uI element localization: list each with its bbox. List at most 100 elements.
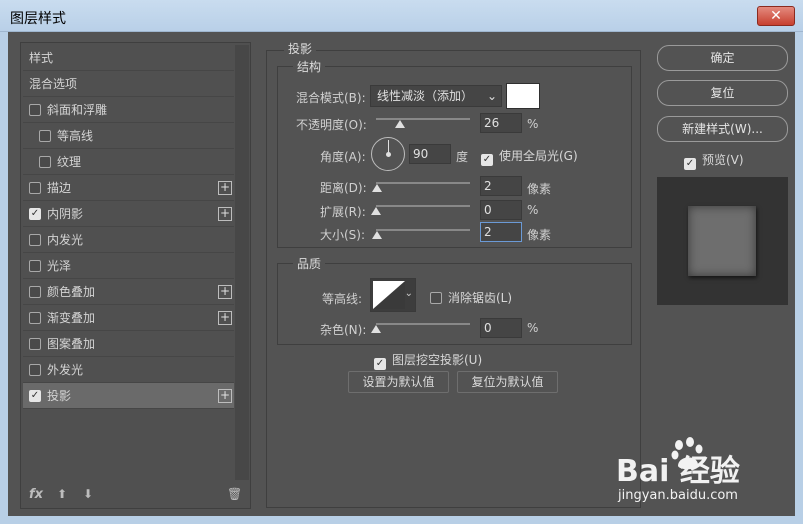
size-slider-track[interactable] xyxy=(376,229,470,231)
style-item-11[interactable]: ✓ 投影 + xyxy=(23,383,234,409)
style-item-9[interactable]: 图案叠加 xyxy=(23,331,234,357)
style-item-checkbox[interactable] xyxy=(29,182,41,194)
styles-header-label: 样式 xyxy=(29,51,54,65)
style-item-8[interactable]: 渐变叠加 + xyxy=(23,305,234,331)
drop-shadow-title: 投影 xyxy=(284,40,317,57)
blending-options[interactable]: 混合选项 xyxy=(23,71,234,97)
style-item-2[interactable]: 纹理 xyxy=(23,149,234,175)
add-effect-icon[interactable]: + xyxy=(218,311,232,325)
style-list-toolbar: fx ⬆ ⬇ 🗑 xyxy=(29,487,243,505)
style-preview xyxy=(657,177,788,305)
knockout-check[interactable]: ✓ xyxy=(374,358,386,370)
style-list-scrollbar[interactable] xyxy=(235,45,249,480)
style-item-label: 描边 xyxy=(47,181,72,195)
style-item-label: 内发光 xyxy=(47,233,84,247)
style-item-1[interactable]: 等高线 xyxy=(23,123,234,149)
style-item-checkbox[interactable] xyxy=(29,286,41,298)
style-item-checkbox[interactable] xyxy=(39,156,51,168)
style-item-label: 斜面和浮雕 xyxy=(47,103,108,117)
style-item-checkbox[interactable] xyxy=(29,338,41,350)
styles-header[interactable]: 样式 xyxy=(23,45,234,71)
style-item-label: 颜色叠加 xyxy=(47,285,96,299)
distance-input[interactable]: 2 xyxy=(480,176,522,196)
style-item-checkbox[interactable] xyxy=(29,364,41,376)
style-item-checkbox[interactable]: ✓ xyxy=(29,208,41,220)
style-item-checkbox[interactable] xyxy=(29,234,41,246)
spread-slider-handle[interactable] xyxy=(371,207,381,215)
style-item-checkbox[interactable] xyxy=(29,312,41,324)
opacity-label: 不透明度(O): xyxy=(296,118,367,132)
chevron-down-icon: ⌄ xyxy=(404,288,413,299)
style-item-3[interactable]: 描边 + xyxy=(23,175,234,201)
opacity-input[interactable]: 26 xyxy=(480,113,522,133)
add-effect-icon[interactable]: + xyxy=(218,389,232,403)
add-effect-icon[interactable]: + xyxy=(218,207,232,221)
knockout-checkbox[interactable]: ✓ 图层挖空投影(U) xyxy=(374,351,482,370)
opacity-slider-handle[interactable] xyxy=(395,120,406,128)
style-item-checkbox[interactable]: ✓ xyxy=(29,390,41,402)
reset-button[interactable]: 复位 xyxy=(657,80,788,106)
style-item-checkbox[interactable] xyxy=(29,260,41,272)
opacity-slider-track[interactable] xyxy=(376,118,470,120)
noise-unit: % xyxy=(527,321,539,335)
style-item-0[interactable]: 斜面和浮雕 xyxy=(23,97,234,123)
close-icon: ✕ xyxy=(770,8,782,24)
window-frame-bottom xyxy=(0,516,803,524)
size-input[interactable]: 2 xyxy=(480,222,522,242)
window-frame-right xyxy=(795,32,803,524)
blend-mode-value: 线性减淡（添加） xyxy=(377,89,474,103)
spread-slider-track[interactable] xyxy=(376,205,470,207)
preview-checkbox[interactable]: ✓ 预览(V) xyxy=(684,151,744,170)
move-up-icon[interactable]: ⬆ xyxy=(57,487,67,501)
style-item-4[interactable]: ✓ 内阴影 + xyxy=(23,201,234,227)
move-down-icon[interactable]: ⬇ xyxy=(83,487,93,501)
preview-check[interactable]: ✓ xyxy=(684,158,696,170)
new-style-button[interactable]: 新建样式(W)... xyxy=(657,116,788,142)
structure-title: 结构 xyxy=(293,58,326,75)
style-item-5[interactable]: 内发光 xyxy=(23,227,234,253)
distance-unit: 像素 xyxy=(527,182,552,196)
fx-button[interactable]: fx xyxy=(29,487,43,502)
global-light-check[interactable]: ✓ xyxy=(481,154,493,166)
style-preview-thumbnail xyxy=(688,206,756,276)
ok-button[interactable]: 确定 xyxy=(657,45,788,71)
angle-dial[interactable] xyxy=(371,137,405,171)
style-list: 样式 混合选项 斜面和浮雕 等高线 纹理 描边 + ✓ 内阴影 + 内发光 光泽 颜色叠加 + 渐变叠加… xyxy=(23,45,234,409)
style-item-label: 投影 xyxy=(47,389,72,403)
angle-unit: 度 xyxy=(456,150,469,164)
noise-slider-handle[interactable] xyxy=(371,325,381,333)
style-item-label: 图案叠加 xyxy=(47,337,96,351)
angle-input[interactable]: 90 xyxy=(409,144,451,164)
make-default-button[interactable]: 设置为默认值 xyxy=(348,371,449,393)
contour-picker[interactable]: ⌄ xyxy=(370,278,416,312)
preview-label: 预览(V) xyxy=(702,153,744,167)
antialias-label: 消除锯齿(L) xyxy=(448,291,513,305)
blend-color-swatch[interactable] xyxy=(506,83,540,109)
style-item-10[interactable]: 外发光 xyxy=(23,357,234,383)
spread-unit: % xyxy=(527,203,539,217)
add-effect-icon[interactable]: + xyxy=(218,181,232,195)
noise-slider-track[interactable] xyxy=(376,323,470,325)
distance-slider-handle[interactable] xyxy=(372,184,382,192)
antialias-checkbox[interactable]: 消除锯齿(L) xyxy=(430,289,512,306)
reset-default-button[interactable]: 复位为默认值 xyxy=(457,371,558,393)
angle-label: 角度(A): xyxy=(320,150,366,164)
style-item-7[interactable]: 颜色叠加 + xyxy=(23,279,234,305)
style-item-label: 外发光 xyxy=(47,363,84,377)
trash-icon[interactable]: 🗑 xyxy=(227,487,242,501)
spread-input[interactable]: 0 xyxy=(480,200,522,220)
style-item-label: 纹理 xyxy=(57,155,82,169)
style-item-checkbox[interactable] xyxy=(29,104,41,116)
add-effect-icon[interactable]: + xyxy=(218,285,232,299)
global-light-checkbox[interactable]: ✓ 使用全局光(G) xyxy=(481,147,578,166)
style-item-checkbox[interactable] xyxy=(39,130,51,142)
noise-input[interactable]: 0 xyxy=(480,318,522,338)
blend-mode-select[interactable]: 线性减淡（添加） ⌄ xyxy=(370,85,502,107)
distance-slider-track[interactable] xyxy=(376,182,470,184)
blend-mode-label: 混合模式(B): xyxy=(296,91,366,105)
size-slider-handle[interactable] xyxy=(372,231,382,239)
baidu-watermark: Bai 经验 jingyan.baidu.com xyxy=(612,436,792,516)
style-item-6[interactable]: 光泽 xyxy=(23,253,234,279)
antialias-check[interactable] xyxy=(430,292,442,304)
close-button[interactable]: ✕ xyxy=(757,6,795,26)
